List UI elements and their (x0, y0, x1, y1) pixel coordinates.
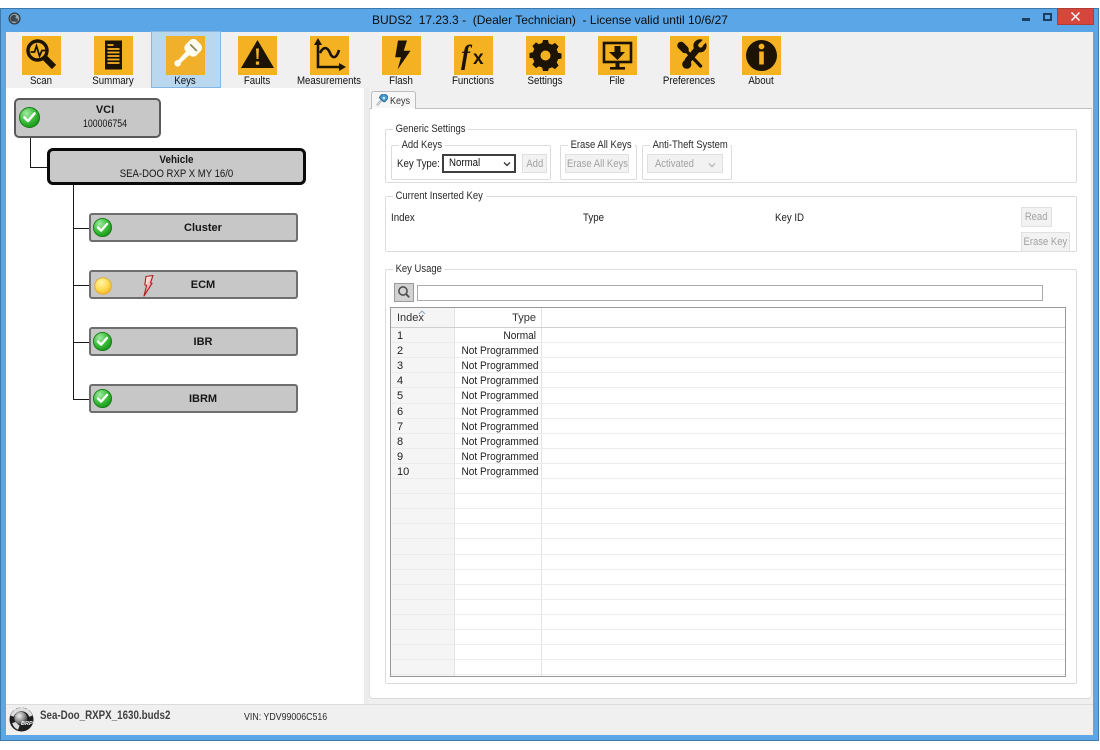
svg-text:x: x (473, 48, 484, 69)
svg-text:BRP: BRP (21, 721, 33, 727)
